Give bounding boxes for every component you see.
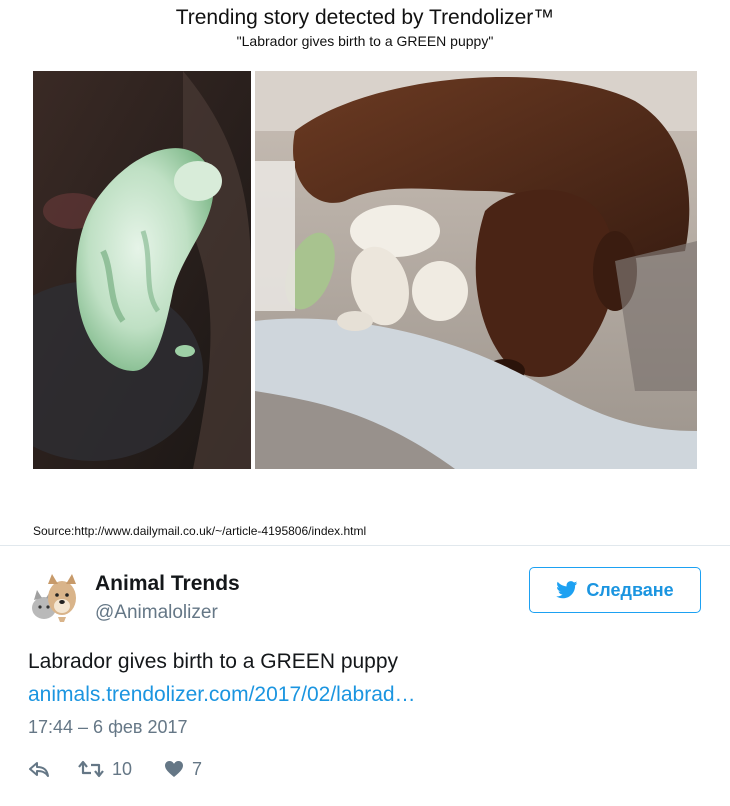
mother-labrador-photo <box>255 71 697 469</box>
photo-collage <box>33 71 697 469</box>
avatar-dog-cat-icon <box>32 574 76 622</box>
heart-icon <box>165 761 183 777</box>
avatar[interactable] <box>28 572 80 622</box>
like-count: 7 <box>192 758 203 779</box>
tweet-timestamp[interactable]: 17:44 – 6 фев 2017 <box>28 717 188 738</box>
tweet-text: Labrador gives birth to a GREEN puppy <box>28 650 399 673</box>
green-puppy-photo <box>33 71 251 469</box>
reply-icon <box>29 762 49 777</box>
tweet-link[interactable]: animals.trendolizer.com/2017/02/labrad… <box>28 683 416 707</box>
follow-button[interactable]: Следване <box>529 567 701 613</box>
like-button[interactable]: 7 <box>164 759 202 780</box>
card-title: Trending story detected by Trendolizer™ <box>175 6 555 29</box>
divider <box>0 545 730 546</box>
card-image[interactable]: Trending story detected by Trendolizer™ … <box>0 0 730 545</box>
follow-button-label: Следване <box>586 579 674 600</box>
author-handle[interactable]: @Animalolizer <box>95 602 218 624</box>
tweet-actions: 10 7 <box>28 755 202 783</box>
retweet-icon <box>78 760 104 778</box>
retweet-button[interactable]: 10 <box>78 759 164 780</box>
bird-icon <box>556 581 578 599</box>
card-subtitle: "Labrador gives birth to a GREEN puppy" <box>236 33 494 49</box>
retweet-count: 10 <box>112 758 133 779</box>
author-name[interactable]: Animal Trends <box>95 572 240 596</box>
source-caption: Source:http://www.dailymail.co.uk/~/arti… <box>33 524 367 538</box>
reply-button[interactable] <box>28 760 78 778</box>
